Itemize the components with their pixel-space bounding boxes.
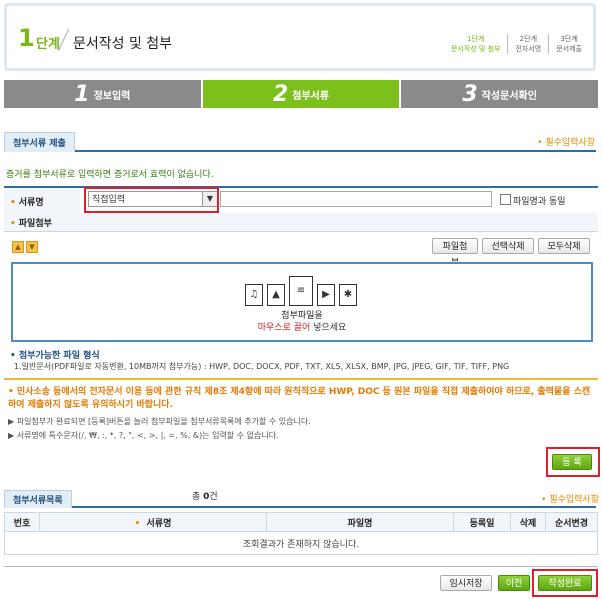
col-file-name: 파일명 — [266, 512, 454, 532]
file-attach-row: • 파일첨부 — [4, 213, 598, 232]
col-doc-name: • 서류명 — [39, 512, 267, 532]
page-title: 문서작성 및 첨부 — [73, 36, 173, 52]
col-reorder: 순서변경 — [545, 512, 598, 532]
tab-info-input[interactable]: 1 정보입력 — [4, 80, 201, 108]
info-register: ▶ 파일첨부가 완료되면 [등록]버튼을 눌러 첨부파일을 첨부서류목록에 추가… — [8, 417, 311, 426]
doc-name-label: • 서류명 — [10, 198, 44, 208]
complete-button[interactable]: 작성완료 — [538, 575, 592, 591]
required-note: • 필수입력사항 — [537, 138, 595, 148]
mini-step-2: 2단계 전자서명 — [507, 34, 548, 54]
drop-instruction-2: 마우스로 끌어 넣으세요 — [257, 323, 347, 333]
same-filename-checkbox[interactable] — [500, 194, 511, 205]
section-title-list: 첨부서류목록 — [4, 490, 596, 508]
video-file-icon: ▶ — [317, 284, 335, 306]
image-file-icon: ▲ — [267, 284, 285, 306]
file-attach-label: • 파일첨부 — [10, 219, 52, 229]
required-note-2: • 필수입력사항 — [541, 495, 599, 505]
progress-tabs: 1 정보입력 2 첨부서류 3 작성문서확인 — [4, 80, 599, 108]
empty-message: 조회결과가 존재하지 않습니다. — [4, 531, 598, 555]
move-down-icon[interactable]: ▼ — [26, 241, 38, 253]
other-file-icon: ✱ — [339, 284, 357, 306]
same-filename-label: 파일명과 동일 — [513, 197, 566, 207]
attachment-table: 번호 • 서류명 파일명 등록일 삭제 순서변경 조회결과가 존재하지 않습니다… — [4, 512, 598, 555]
footer-divider — [4, 566, 598, 567]
step-number: 1 — [18, 24, 35, 52]
register-button[interactable]: 등 록 — [552, 454, 592, 470]
file-type-heading: • 첨부가능한 파일 형식 — [10, 351, 100, 361]
mini-step-3: 3단계 문서제출 — [548, 34, 589, 54]
mini-step-1: 1단계 문서작성 및 첨부 — [450, 35, 501, 53]
tab-attachments[interactable]: 2 첨부서류 — [202, 80, 400, 108]
audio-file-icon: ♫ — [245, 284, 263, 306]
delete-all-button[interactable]: 모두삭제 — [538, 238, 590, 254]
temp-save-button[interactable]: 임시저장 — [440, 575, 492, 591]
step-word: 단계 — [36, 37, 60, 52]
col-reg-date: 등록일 — [453, 512, 511, 532]
warning-text: • 민사소송 등에서의 전자문서 이용 등에 관한 규칙 제8조 제4항에 따라… — [8, 387, 591, 410]
tab-review[interactable]: 3 작성문서확인 — [401, 80, 599, 108]
divider — [4, 378, 598, 380]
file-attach-button[interactable]: 파일첨부 — [432, 238, 478, 268]
move-up-icon[interactable]: ▲ — [12, 241, 24, 253]
total-count: 총 0건 — [192, 492, 218, 502]
step-indicator: 1단계 문서작성 및 첨부 2단계 전자서명 3단계 문서제출 — [444, 34, 589, 54]
col-number: 번호 — [4, 512, 40, 532]
document-file-icon: ≡ — [289, 276, 313, 306]
doc-name-input[interactable] — [220, 191, 492, 207]
file-type-list: 1.일반문서(PDF파일로 자동변환, 10MB까지 첨부가능) : HWP, … — [14, 362, 510, 371]
prev-button[interactable]: 이전 — [498, 575, 530, 591]
col-delete: 삭제 — [510, 512, 546, 532]
info-special-chars: ▶ 서류명에 특수문자(/, ₩, :, *, ?, ", <, >, |, =… — [8, 431, 279, 440]
delete-selected-button[interactable]: 선택삭제 — [482, 238, 534, 254]
section-title-attach: 첨부서류 제출 — [4, 132, 596, 152]
file-drop-zone[interactable]: ♫ ▲ ≡ ▶ ✱ 첨부파일을 마우스로 끌어 넣으세요 — [11, 262, 593, 342]
evidence-notice: 증거를 첨부서류로 입력하면 증거로서 효력이 없습니다. — [6, 170, 214, 180]
highlight-select — [84, 187, 219, 213]
